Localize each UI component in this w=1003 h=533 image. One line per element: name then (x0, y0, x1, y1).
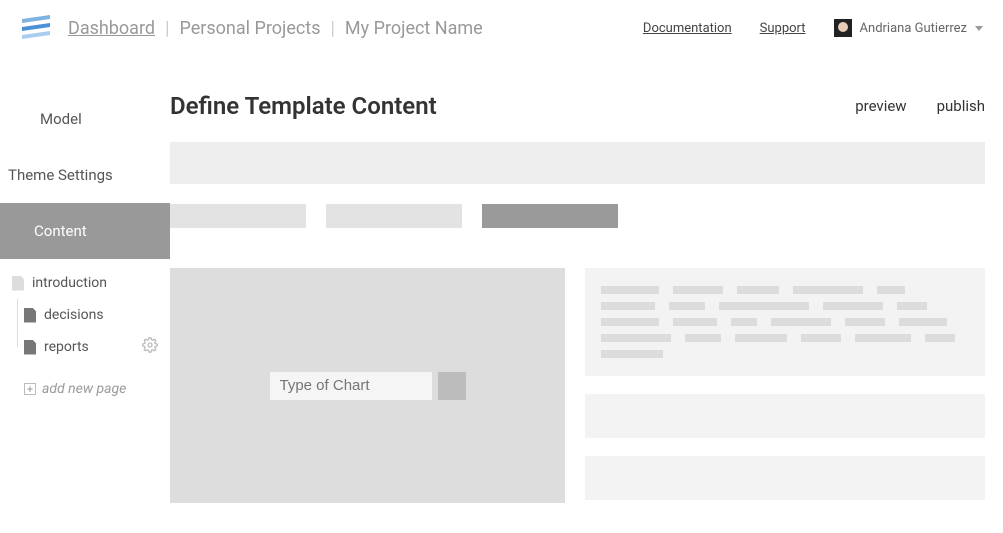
page-tree: introduction decisions reports + (0, 259, 170, 397)
plus-icon: + (24, 383, 36, 395)
chart-type-selector (270, 372, 466, 400)
logo-icon (20, 13, 52, 43)
tab-2[interactable] (326, 204, 462, 228)
add-page-button[interactable]: + add new page (0, 381, 170, 397)
chart-panel (170, 268, 565, 503)
page-title: Define Template Content (170, 92, 437, 120)
placeholder-block-1 (585, 394, 985, 438)
tree-item-reports[interactable]: reports (0, 331, 170, 363)
toolbar-placeholder (170, 142, 985, 184)
right-column (585, 268, 985, 503)
preview-button[interactable]: preview (855, 97, 906, 115)
sidebar-item-model[interactable]: Model (0, 91, 170, 147)
sidebar: Model Theme Settings Content introductio… (0, 56, 170, 533)
sidebar-item-theme[interactable]: Theme Settings (0, 147, 170, 203)
user-name: Andriana Gutierrez (860, 21, 967, 36)
page-icon (24, 340, 36, 355)
tree-item-introduction[interactable]: introduction (0, 267, 170, 299)
content-header: Define Template Content preview publish (170, 78, 985, 134)
content-actions: preview publish (855, 97, 985, 115)
breadcrumb-project[interactable]: My Project Name (345, 18, 483, 39)
breadcrumb: Dashboard | Personal Projects | My Proje… (68, 18, 643, 39)
tabs (170, 204, 985, 228)
docs-link[interactable]: Documentation (643, 21, 732, 36)
chart-type-dropdown-button[interactable] (438, 372, 466, 400)
text-placeholder-block (585, 268, 985, 376)
publish-button[interactable]: publish (937, 97, 985, 115)
app-header: Dashboard | Personal Projects | My Proje… (0, 0, 1003, 56)
tab-3[interactable] (482, 204, 618, 228)
header-right: Documentation Support Andriana Gutierrez (643, 19, 983, 37)
breadcrumb-dashboard[interactable]: Dashboard (68, 18, 155, 39)
gear-icon[interactable] (142, 337, 158, 357)
page-icon (24, 308, 36, 323)
placeholder-block-2 (585, 456, 985, 500)
sidebar-item-content[interactable]: Content (0, 203, 170, 259)
chart-type-input[interactable] (270, 372, 432, 400)
page-icon (12, 276, 24, 291)
user-menu[interactable]: Andriana Gutierrez (834, 19, 983, 37)
tree-item-decisions[interactable]: decisions (0, 299, 170, 331)
chevron-down-icon (975, 26, 983, 31)
support-link[interactable]: Support (760, 21, 806, 36)
tab-1[interactable] (170, 204, 306, 228)
content-area: Define Template Content preview publish (170, 56, 1003, 533)
breadcrumb-projects[interactable]: Personal Projects (179, 18, 320, 39)
avatar (834, 19, 852, 37)
